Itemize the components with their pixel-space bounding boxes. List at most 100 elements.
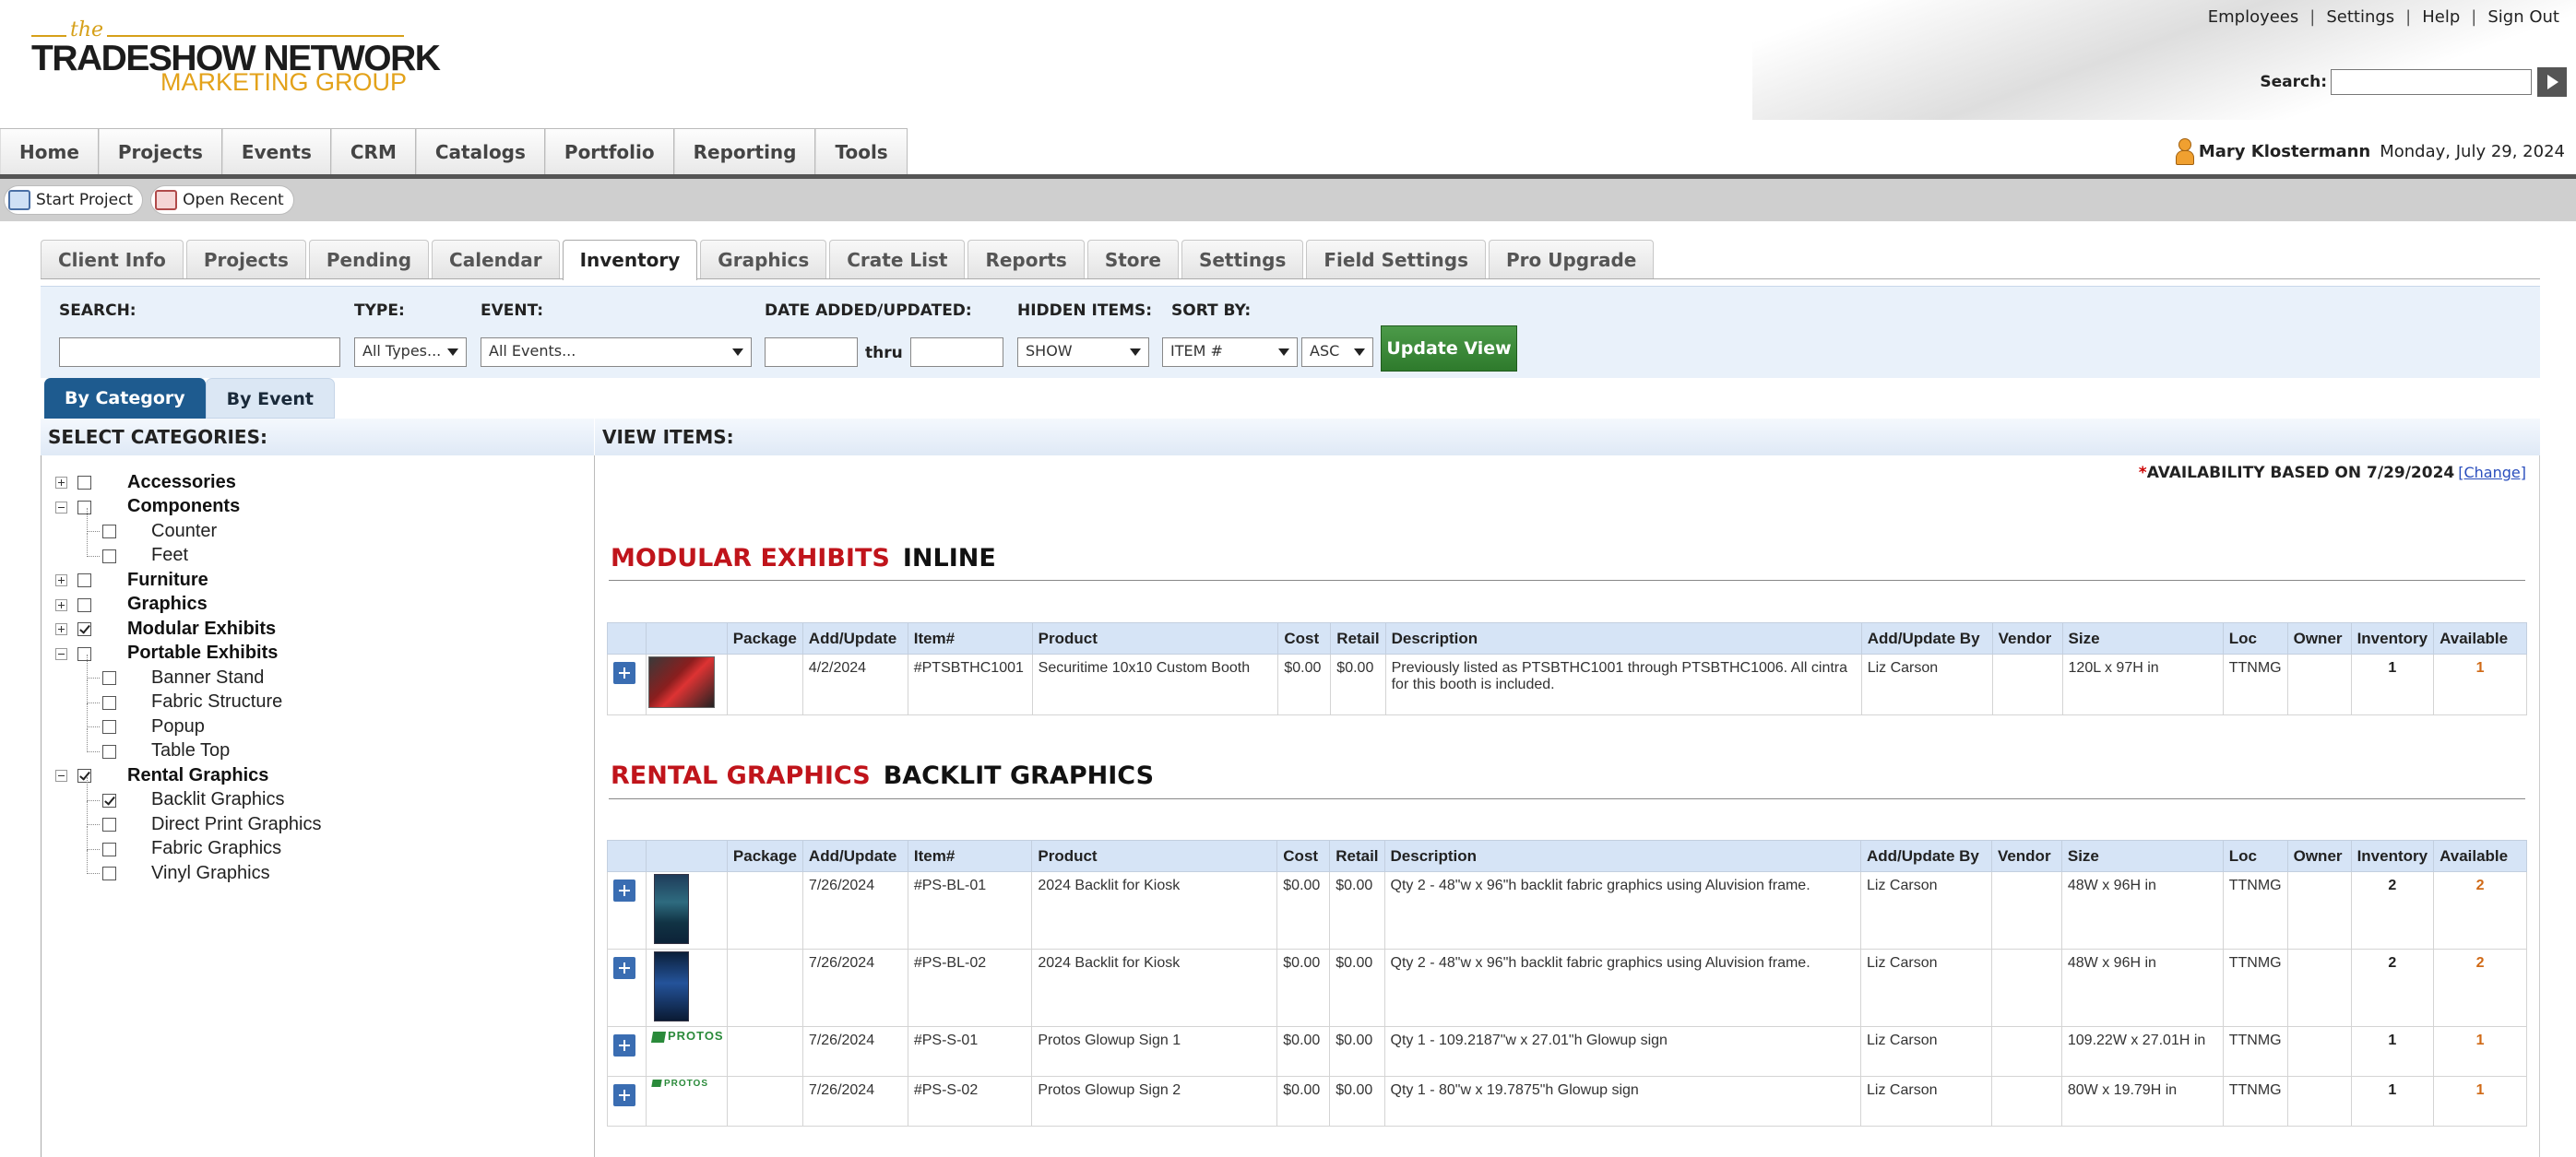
settings-link[interactable]: Settings: [2326, 7, 2394, 27]
category-label[interactable]: Graphics: [127, 594, 208, 615]
tab-crate-list[interactable]: Crate List: [829, 240, 966, 279]
nav-tools[interactable]: Tools: [815, 129, 908, 175]
search-filter-input[interactable]: [59, 337, 340, 367]
category-label[interactable]: Banner Stand: [151, 667, 264, 689]
category-label[interactable]: Modular Exhibits: [127, 619, 276, 640]
category-checkbox[interactable]: [102, 671, 116, 685]
add-item-icon[interactable]: [613, 662, 635, 684]
search-label: Search:: [2260, 73, 2327, 91]
expand-icon[interactable]: [55, 598, 67, 611]
booth-thumbnail[interactable]: [647, 656, 715, 708]
category-label[interactable]: Fabric Graphics: [151, 838, 281, 859]
category-label[interactable]: Rental Graphics: [127, 765, 268, 786]
category-checkbox[interactable]: [77, 500, 91, 514]
table-row[interactable]: 7/26/2024 #PS-BL-02 2024 Backlit for Kiosk…: [607, 949, 2527, 1027]
tab-store[interactable]: Store: [1086, 240, 1179, 279]
category-checkbox[interactable]: [77, 597, 91, 612]
category-label[interactable]: Vinyl Graphics: [151, 863, 270, 884]
change-date-link[interactable]: [Change]: [2458, 464, 2526, 481]
category-label[interactable]: Furniture: [127, 570, 208, 591]
tab-field-settings[interactable]: Field Settings: [1306, 240, 1486, 279]
tab-by-category[interactable]: By Category: [44, 378, 206, 419]
event-select[interactable]: All Events...: [481, 337, 752, 367]
global-search-input[interactable]: [2331, 69, 2532, 95]
tab-pro-upgrade[interactable]: Pro Upgrade: [1488, 240, 1655, 279]
nav-catalogs[interactable]: Catalogs: [415, 129, 545, 175]
table-row[interactable]: PROTOS 7/26/2024 #PS-S-02 Protos Glowup Sig…: [607, 1076, 2527, 1127]
category-checkbox[interactable]: [102, 793, 116, 808]
add-item-icon[interactable]: [613, 1084, 635, 1106]
help-link[interactable]: Help: [2422, 7, 2460, 27]
backlit-thumbnail[interactable]: [653, 951, 689, 1021]
category-label[interactable]: Feet: [151, 545, 188, 566]
category-label[interactable]: Popup: [151, 716, 205, 738]
category-checkbox[interactable]: [102, 744, 116, 759]
backlit-thumbnail[interactable]: [653, 874, 689, 944]
category-label[interactable]: Backlit Graphics: [151, 789, 285, 810]
start-project-button[interactable]: Start Project: [4, 185, 144, 215]
date-from-input[interactable]: [765, 337, 858, 367]
tab-reports[interactable]: Reports: [967, 240, 1085, 279]
add-item-icon[interactable]: [613, 880, 635, 902]
sign-out-link[interactable]: Sign Out: [2487, 7, 2559, 27]
category-label[interactable]: Accessories: [127, 472, 236, 493]
category-label[interactable]: Table Top: [151, 740, 230, 761]
sort-by-select[interactable]: ITEM #: [1162, 337, 1298, 367]
category-checkbox[interactable]: [77, 476, 91, 490]
category-checkbox[interactable]: [77, 573, 91, 587]
tab-pending[interactable]: Pending: [308, 240, 430, 279]
protos-logo-thumbnail[interactable]: PROTOS: [648, 1029, 725, 1043]
open-recent-button[interactable]: Open Recent: [150, 185, 294, 215]
tab-graphics[interactable]: Graphics: [700, 240, 827, 279]
category-checkbox[interactable]: [102, 525, 116, 538]
table-row[interactable]: PROTOS 7/26/2024 #PS-S-01 Protos Glowup Sig…: [607, 1026, 2527, 1077]
category-checkbox[interactable]: [77, 622, 91, 636]
table-row[interactable]: 7/26/2024 #PS-BL-01 2024 Backlit for Kiosk…: [607, 871, 2527, 950]
expand-icon[interactable]: [55, 574, 67, 586]
nav-home[interactable]: Home: [0, 129, 99, 175]
search-go-button[interactable]: [2537, 67, 2567, 97]
table-row[interactable]: 4/2/2024 #PTSBTHC1001 Securitime 10x10 Cus…: [607, 654, 2527, 715]
tab-inventory[interactable]: Inventory: [562, 240, 698, 280]
nav-events[interactable]: Events: [221, 129, 331, 175]
tab-settings[interactable]: Settings: [1181, 240, 1304, 279]
protos-logo-thumbnail[interactable]: PROTOS: [648, 1079, 725, 1089]
category-label[interactable]: Portable Exhibits: [127, 643, 278, 664]
update-view-button[interactable]: Update View: [1381, 325, 1517, 372]
category-checkbox[interactable]: [102, 695, 116, 710]
employees-link[interactable]: Employees: [2208, 7, 2299, 27]
category-label[interactable]: Counter: [151, 521, 217, 542]
sort-direction-select[interactable]: ASC: [1301, 337, 1373, 367]
category-label[interactable]: Components: [127, 496, 240, 517]
category-checkbox[interactable]: [102, 867, 116, 880]
category-label[interactable]: Direct Print Graphics: [151, 814, 322, 835]
user-name[interactable]: Mary Klostermann: [2199, 142, 2370, 161]
column-header: Available: [2433, 622, 2527, 655]
category-checkbox[interactable]: [102, 549, 116, 563]
date-to-input[interactable]: [910, 337, 1003, 367]
nav-crm[interactable]: CRM: [330, 129, 416, 175]
nav-reporting[interactable]: Reporting: [673, 129, 816, 175]
collapse-icon[interactable]: [55, 501, 67, 514]
collapse-icon[interactable]: [55, 770, 67, 782]
category-checkbox[interactable]: [102, 720, 116, 734]
nav-projects[interactable]: Projects: [98, 129, 222, 175]
expand-icon[interactable]: [55, 477, 67, 489]
tab-client-info[interactable]: Client Info: [41, 240, 184, 279]
tab-calendar[interactable]: Calendar: [432, 240, 560, 279]
tab-by-event[interactable]: By Event: [205, 378, 335, 419]
nav-portfolio[interactable]: Portfolio: [544, 129, 674, 175]
collapse-icon[interactable]: [55, 647, 67, 660]
add-item-icon[interactable]: [613, 957, 635, 979]
hidden-items-select[interactable]: SHOW: [1017, 337, 1149, 367]
tab-projects[interactable]: Projects: [185, 240, 306, 279]
category-label[interactable]: Fabric Structure: [151, 691, 282, 713]
category-checkbox[interactable]: [102, 842, 116, 856]
expand-icon[interactable]: [55, 623, 67, 635]
category-checkbox[interactable]: [77, 646, 91, 661]
category-checkbox[interactable]: [77, 769, 91, 783]
add-item-icon[interactable]: [613, 1034, 635, 1057]
company-logo[interactable]: the TRADESHOW NETWORK MARKETING GROUP: [31, 17, 441, 100]
type-select[interactable]: All Types...: [354, 337, 467, 367]
category-checkbox[interactable]: [102, 818, 116, 832]
